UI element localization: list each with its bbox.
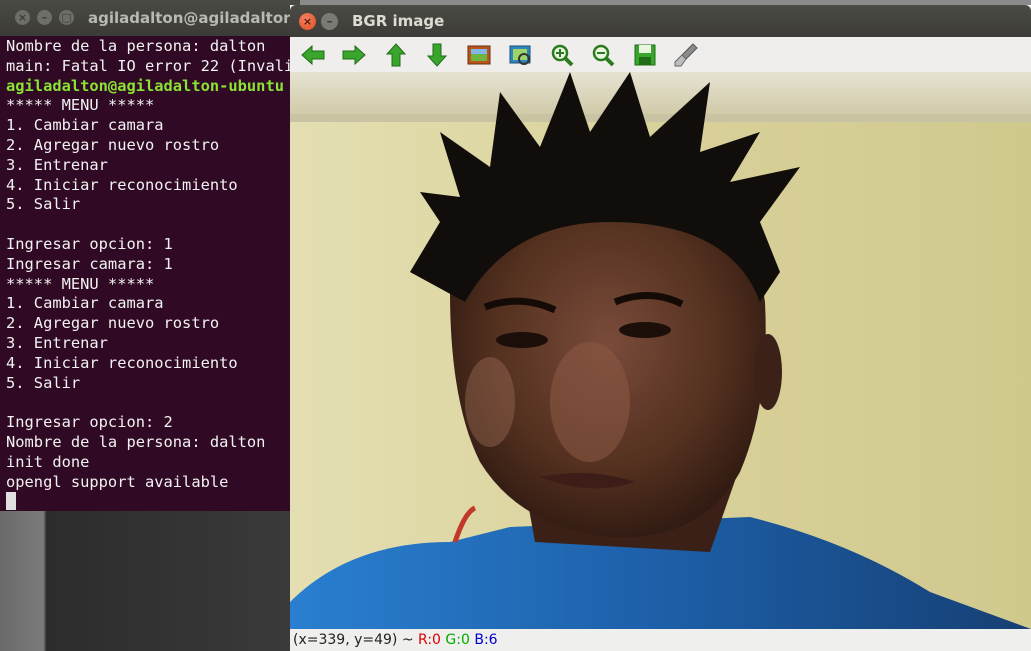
- image-window-title: BGR image: [352, 12, 445, 30]
- terminal-line: Ingresar opcion: 2: [6, 413, 173, 432]
- terminal-output[interactable]: Nombre de la persona: dalton main: Fatal …: [6, 37, 300, 511]
- terminal-line: ***** MENU *****: [6, 96, 155, 115]
- webcam-frame-picture: [290, 72, 1031, 629]
- status-bar: (x=339, y=49) ~ R:0 G:0 B:6: [290, 629, 1031, 651]
- zoom-fit-button[interactable]: [505, 41, 535, 69]
- terminal-line: ***** MENU *****: [6, 274, 155, 293]
- terminal-line: 4. Iniciar reconocimiento: [6, 175, 238, 194]
- terminal-line: 2. Agregar nuevo rostro: [6, 314, 220, 333]
- desktop-background: [0, 510, 290, 651]
- terminal-line: Nombre de la persona: dalton: [6, 432, 266, 451]
- terminal-line: 1. Cambiar camara: [6, 294, 164, 313]
- zoom-x1-button[interactable]: [464, 41, 494, 69]
- terminal-cursor-line: [6, 492, 300, 511]
- properties-brush-icon: [674, 43, 698, 67]
- terminal-titlebar[interactable]: × – □ agiladalton@agiladalton-ubuntu: ~: [0, 0, 300, 36]
- maximize-icon[interactable]: □: [59, 10, 74, 25]
- terminal-line: 4. Iniciar reconocimiento: [6, 353, 238, 372]
- properties-button[interactable]: [671, 41, 701, 69]
- zoom-out-icon: [592, 44, 615, 67]
- terminal-line: Nombre de la persona: dalton: [6, 37, 266, 55]
- green-channel-value: G:0: [445, 632, 470, 648]
- arrow-right-icon: [342, 44, 366, 66]
- close-icon[interactable]: ×: [15, 10, 30, 25]
- terminal-line: Ingresar opcion: 1: [6, 234, 173, 253]
- terminal-line: 1. Cambiar camara: [6, 116, 164, 135]
- image-window[interactable]: × – BGR image (x=339, y=49) ~ R:0 G:0 B:…: [290, 5, 1031, 651]
- arrow-left-icon: [301, 44, 325, 66]
- pan-down-button[interactable]: [422, 41, 452, 69]
- zoom-in-icon: [551, 44, 574, 67]
- zoom-out-button[interactable]: [588, 41, 618, 69]
- save-button[interactable]: [630, 41, 660, 69]
- pan-right-button[interactable]: [339, 41, 369, 69]
- terminal-title: agiladalton@agiladalton-ubuntu: ~: [88, 9, 300, 27]
- close-icon[interactable]: ×: [299, 13, 316, 30]
- save-icon: [634, 44, 656, 66]
- zoom-image-icon: [509, 45, 531, 65]
- terminal-line: 3. Entrenar: [6, 333, 108, 352]
- terminal-cursor: [6, 492, 16, 511]
- red-channel-value: R:0: [418, 632, 441, 648]
- terminal-window[interactable]: × – □ agiladalton@agiladalton-ubuntu: ~ …: [0, 0, 300, 511]
- zoom-fit-icon: [467, 45, 491, 65]
- pan-up-button[interactable]: [381, 41, 411, 69]
- terminal-line: 5. Salir: [6, 373, 81, 392]
- terminal-line: main: Fatal IO error 22 (Invalid argumen…: [6, 56, 300, 75]
- blue-channel-value: B:6: [474, 632, 498, 648]
- arrow-up-icon: [385, 43, 407, 67]
- zoom-in-button[interactable]: [547, 41, 577, 69]
- terminal-line: agiladalton@agiladalton-ubuntu: [6, 76, 284, 95]
- terminal-line: opengl support available: [6, 472, 229, 491]
- terminal-line: 2. Agregar nuevo rostro: [6, 135, 220, 154]
- minimize-icon[interactable]: –: [321, 13, 338, 30]
- pan-left-button[interactable]: [298, 41, 328, 69]
- minimize-icon[interactable]: –: [37, 10, 52, 25]
- terminal-line: 3. Entrenar: [6, 155, 108, 174]
- image-toolbar: [290, 37, 1031, 72]
- cursor-coordinates: (x=339, y=49) ~: [293, 632, 414, 648]
- terminal-line: 5. Salir: [6, 195, 81, 214]
- camera-image[interactable]: [290, 72, 1031, 629]
- image-window-titlebar[interactable]: × – BGR image: [290, 5, 1031, 37]
- arrow-down-icon: [426, 43, 448, 67]
- terminal-line: Ingresar camara: 1: [6, 254, 173, 273]
- terminal-line: init done: [6, 452, 90, 471]
